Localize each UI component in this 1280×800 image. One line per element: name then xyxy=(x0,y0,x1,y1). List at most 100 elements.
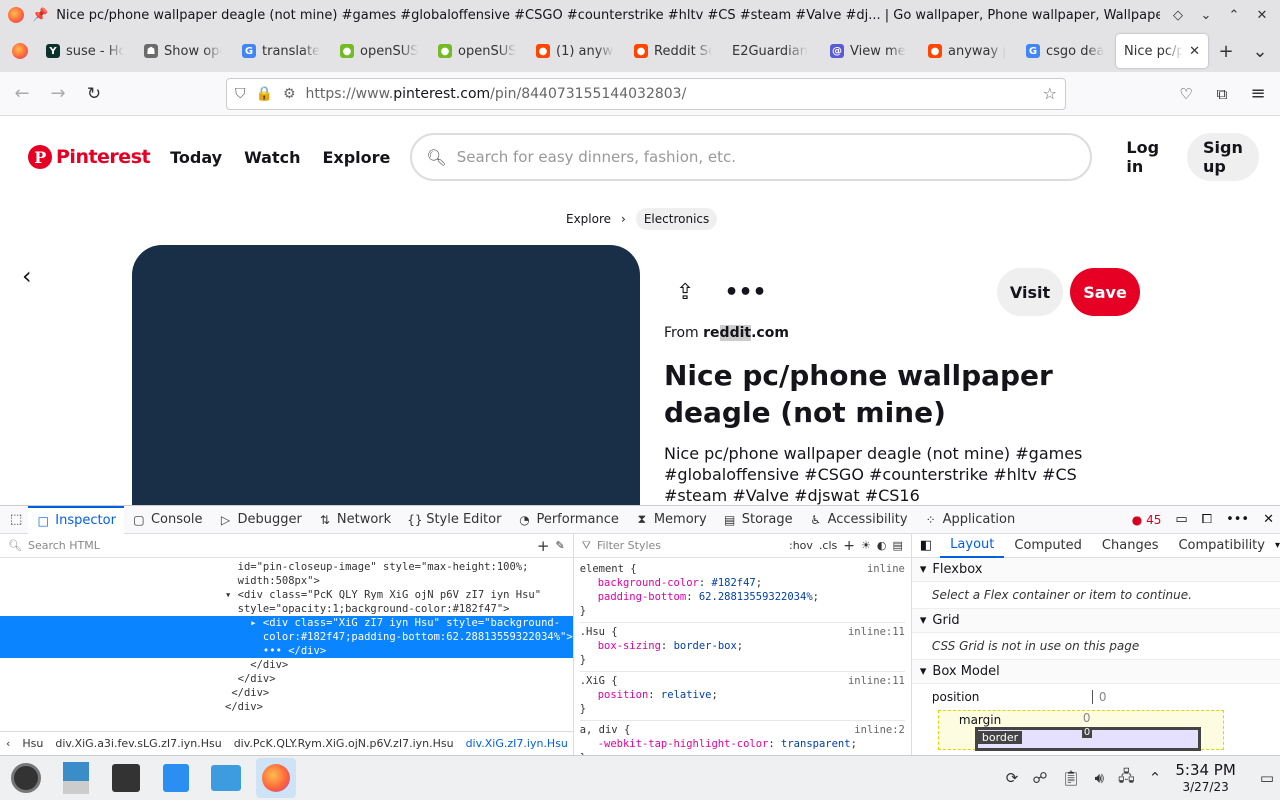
css-rule[interactable]: .XiG {inline:11 position: relative;} xyxy=(579,672,905,721)
login-button[interactable]: Log in xyxy=(1116,138,1169,176)
firefox-view-button[interactable] xyxy=(4,35,36,67)
search-html-input[interactable]: Search HTML xyxy=(28,539,100,552)
add-node-icon[interactable]: + xyxy=(537,537,550,555)
responsive-design-icon[interactable]: ▭ xyxy=(1175,512,1187,527)
more-options-icon[interactable]: ••• xyxy=(724,280,766,305)
updates-icon[interactable]: ⟳ xyxy=(1006,769,1019,787)
toggle-sidebar-icon[interactable]: ◧ xyxy=(912,538,940,553)
css-rule[interactable]: element {inline background-color: #182f47… xyxy=(579,560,905,623)
devtools-tab-inspector[interactable]: □ Inspector xyxy=(28,505,124,534)
filter-styles-input[interactable]: Filter Styles xyxy=(597,539,661,552)
dark-mode-icon[interactable]: ◐ xyxy=(877,539,887,552)
list-all-tabs-button[interactable]: ⌄ xyxy=(1244,35,1276,67)
tab-6[interactable]: ● Reddit Se xyxy=(626,34,720,68)
devtools-tab-style-editor[interactable]: {} Style Editor xyxy=(399,506,509,534)
devtools-tab-storage[interactable]: ▤ Storage xyxy=(715,506,801,534)
visit-button[interactable]: Visit xyxy=(997,268,1063,316)
permissions-icon[interactable]: ⚙ xyxy=(283,86,296,102)
network-icon[interactable]: 🖧 xyxy=(1118,766,1135,791)
tab-0[interactable]: Ysuse - Hom xyxy=(38,34,132,68)
tab-layout[interactable]: Layout xyxy=(940,534,1005,558)
html-node-line[interactable]: color:#182f47;padding-bottom:62.28813559… xyxy=(0,630,573,644)
devtools-tab-accessibility[interactable]: ♿ Accessibility xyxy=(801,506,916,534)
back-arrow-icon[interactable]: ‹ xyxy=(22,262,32,290)
url-bar[interactable]: ⛉ 🔒 ⚙ https://www.pinterest.com/pin/8440… xyxy=(226,77,1066,110)
system-settings-icon[interactable] xyxy=(106,758,146,798)
tab-changes[interactable]: Changes xyxy=(1092,534,1169,558)
menu-icon[interactable]: ≡ xyxy=(1242,78,1274,110)
devtools-tab-application[interactable]: ⁘ Application xyxy=(916,506,1024,534)
tab-computed[interactable]: Computed xyxy=(1004,534,1092,558)
add-rule-icon[interactable]: + xyxy=(843,538,855,554)
html-crumb-0[interactable]: Hsu xyxy=(22,737,43,750)
html-node-line[interactable]: ••• </div> xyxy=(0,644,573,658)
flexbox-section-header[interactable]: ▾ Flexbox xyxy=(911,558,1280,582)
html-node-line[interactable]: width:508px"> xyxy=(0,574,573,588)
app-launcher-icon[interactable] xyxy=(6,758,46,798)
clipboard-icon[interactable]: 📋︎ xyxy=(1062,769,1081,787)
devtools-tab-network[interactable]: ⇅ Network xyxy=(310,506,399,534)
tab-compatibility[interactable]: Compatibility xyxy=(1168,534,1275,558)
pin-image[interactable] xyxy=(132,245,640,507)
cls-toggle[interactable]: .cls xyxy=(819,539,837,552)
reload-button[interactable]: ↻ xyxy=(78,78,110,110)
margin-box[interactable]: margin 0 border 0 xyxy=(937,710,1224,751)
extensions-icon[interactable]: ⧉ xyxy=(1206,78,1238,110)
boxmodel-section-header[interactable]: ▾ Box Model xyxy=(911,660,1280,684)
print-media-icon[interactable]: ▤ xyxy=(892,539,902,552)
file-manager-icon[interactable] xyxy=(206,758,246,798)
forward-button[interactable]: → xyxy=(42,78,74,110)
pocket-icon[interactable]: ♡ xyxy=(1170,78,1202,110)
source-link[interactable]: reddit.com xyxy=(703,325,789,341)
breadcrumb-explore[interactable]: Explore xyxy=(566,212,611,226)
element-picker-icon[interactable]: ⬚ xyxy=(6,506,26,534)
html-node-line[interactable]: </div> xyxy=(0,658,573,672)
border-box[interactable]: border 0 xyxy=(974,727,1201,751)
light-mode-icon[interactable]: ☀ xyxy=(861,539,871,552)
signup-button[interactable]: Sign up xyxy=(1187,133,1259,181)
css-declaration[interactable]: background-color: #182f47; xyxy=(580,576,905,590)
crumb-scroll-left[interactable]: ‹ xyxy=(6,737,10,750)
show-desktop-icon[interactable]: ▭ xyxy=(1260,769,1274,787)
bookmark-star-icon[interactable]: ☆ xyxy=(1043,84,1057,103)
tab-8[interactable]: @ View me xyxy=(822,34,916,68)
devtools-tab-console[interactable]: ▢ Console xyxy=(124,506,211,534)
tab-10[interactable]: Gcsgo dea xyxy=(1018,34,1112,68)
html-node-line[interactable]: ▸ <div class="XiG zI7 iyn Hsu" style="ba… xyxy=(0,616,573,630)
dock-icon[interactable]: ⧠ xyxy=(1202,512,1212,527)
grid-section-header[interactable]: ▾ Grid xyxy=(911,609,1280,633)
close-devtools-icon[interactable]: ✕ xyxy=(1263,512,1274,527)
eyedropper-icon[interactable]: ✎ xyxy=(555,539,564,552)
html-crumb-1[interactable]: div.XiG.a3i.fev.sLG.zI7.iyn.Hsu xyxy=(55,737,221,750)
devtools-menu-icon[interactable]: ••• xyxy=(1226,512,1249,527)
maximize-button[interactable]: ⌃ xyxy=(1224,8,1244,23)
tracking-shield-icon[interactable]: ⛉ xyxy=(235,86,246,102)
save-button[interactable]: Save xyxy=(1070,268,1140,316)
css-declaration[interactable]: padding-bottom: 62.28813559322034%; xyxy=(580,590,905,604)
pinterest-logo[interactable]: P Pinterest xyxy=(28,145,151,169)
html-node-line[interactable]: id="pin-closeup-image" style="max-height… xyxy=(0,560,573,574)
nav-watch[interactable]: Watch xyxy=(242,148,302,167)
devtools-tab-memory[interactable]: ⧗ Memory xyxy=(627,506,715,534)
html-crumb-3[interactable]: div.XiG.zI7.iyn.Hsu xyxy=(466,737,568,750)
tab-7[interactable]: E2Guardian xyxy=(724,34,818,68)
html-node-line[interactable]: </div> xyxy=(0,700,573,714)
minimize-button[interactable]: ⌄ xyxy=(1196,8,1216,23)
tab-1[interactable]: ☗ Show open xyxy=(136,34,230,68)
rule-source[interactable]: inline xyxy=(867,562,905,576)
share-icon[interactable]: ⇪ xyxy=(676,280,694,305)
close-tab-icon[interactable]: ✕ xyxy=(1189,44,1200,59)
tab-4[interactable]: ● openSUSE xyxy=(430,34,524,68)
rule-source[interactable]: inline:11 xyxy=(848,625,905,639)
lock-icon[interactable]: 🔒 xyxy=(256,86,273,102)
hov-toggle[interactable]: :hov xyxy=(789,539,813,552)
html-node-line[interactable]: </div> xyxy=(0,672,573,686)
tab-2[interactable]: Gtranslate xyxy=(234,34,328,68)
more-tabs-icon[interactable]: ▾ xyxy=(1275,540,1280,551)
clock[interactable]: 5:34 PM 3/27/23 xyxy=(1175,762,1235,795)
volume-icon[interactable]: 🔊︎ xyxy=(1095,769,1104,787)
software-store-icon[interactable] xyxy=(156,758,196,798)
html-node-line[interactable]: ▾ <div class="PcK QLY Rym XiG ojN p6V zI… xyxy=(0,588,573,602)
html-node-line[interactable]: </div> xyxy=(0,686,573,700)
tab-5[interactable]: ● (1) anywa xyxy=(528,34,622,68)
